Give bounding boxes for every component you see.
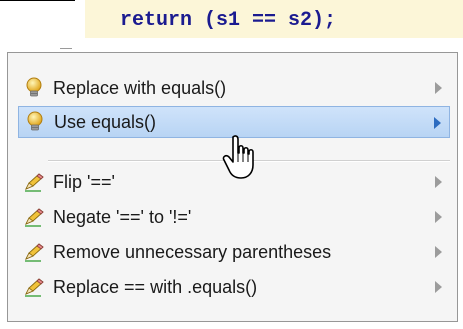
menu-item-remove-parentheses[interactable]: Remove unnecessary parentheses xyxy=(18,236,450,268)
pencil-icon xyxy=(23,276,45,298)
lightbulb-icon xyxy=(24,111,46,133)
lightbulb-icon xyxy=(23,77,45,99)
menu-item-label: Negate '==' to '!=' xyxy=(53,206,192,227)
pencil-icon xyxy=(23,241,45,263)
menu-item-replace-with-dot-equals[interactable]: Replace == with .equals() xyxy=(18,271,450,303)
submenu-arrow-icon xyxy=(434,117,441,129)
hand-cursor-icon xyxy=(222,135,260,181)
submenu-arrow-icon xyxy=(435,176,442,188)
code-line-text: return (s1 == s2); xyxy=(120,9,337,32)
quick-fix-popup: Replace with equals() Use equals() Flip … xyxy=(7,52,458,322)
pencil-icon xyxy=(23,206,45,228)
menu-item-label: Remove unnecessary parentheses xyxy=(53,241,332,262)
menu-item-label: Flip '==' xyxy=(53,171,115,192)
pencil-icon xyxy=(23,171,45,193)
closing-brace-fragment xyxy=(60,40,72,49)
menu-item-use-equals[interactable]: Use equals() xyxy=(18,106,450,138)
menu-item-label: Use equals() xyxy=(54,111,157,132)
menu-item-replace-with-equals[interactable]: Replace with equals() xyxy=(18,72,450,104)
menu-item-negate[interactable]: Negate '==' to '!=' xyxy=(18,201,450,233)
submenu-arrow-icon xyxy=(435,281,442,293)
submenu-arrow-icon xyxy=(435,246,442,258)
gutter-divider xyxy=(0,0,75,1)
submenu-arrow-icon xyxy=(435,82,442,94)
menu-item-label: Replace with equals() xyxy=(53,77,227,98)
submenu-arrow-icon xyxy=(435,211,442,223)
code-editor[interactable]: return (s1 == s2); xyxy=(0,0,463,58)
menu-item-label: Replace == with .equals() xyxy=(53,276,258,297)
